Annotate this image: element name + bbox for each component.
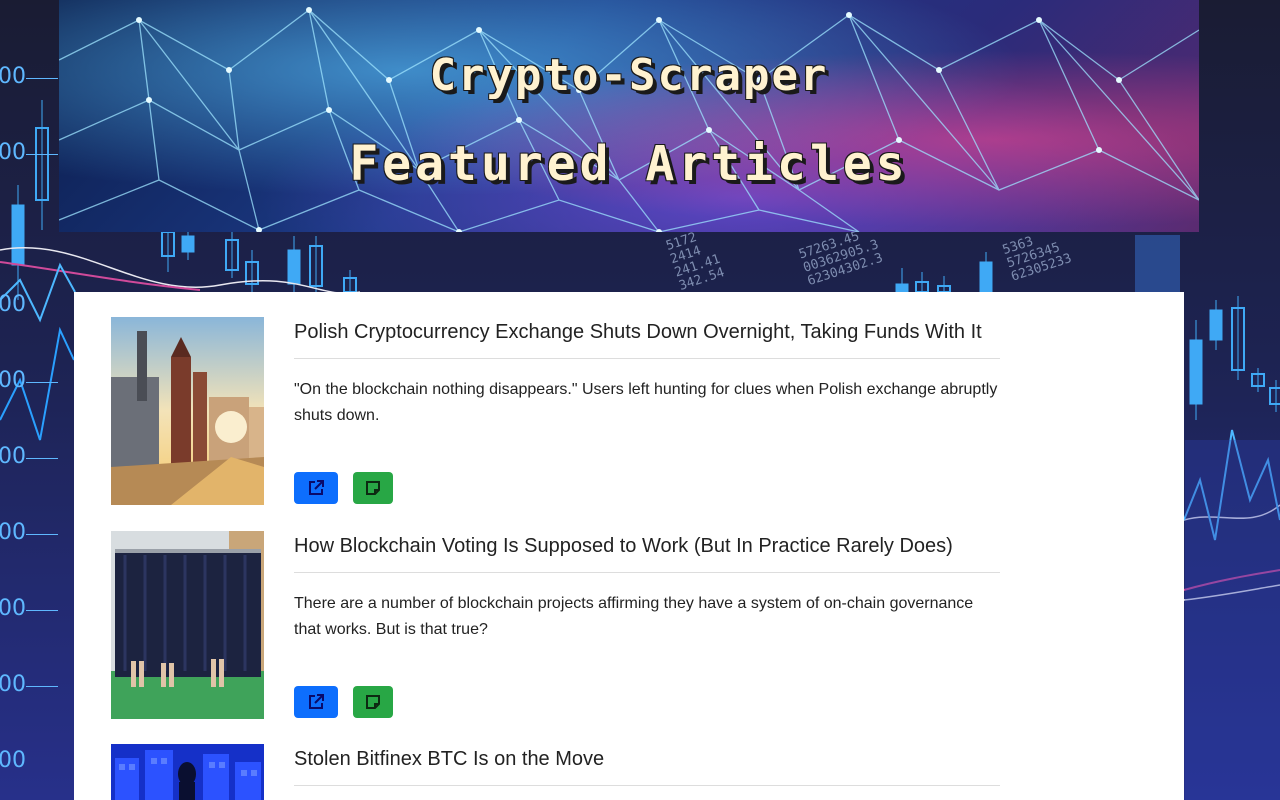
articles-card: Polish Cryptocurrency Exchange Shuts Dow… (74, 292, 1184, 800)
article-thumbnail[interactable] (111, 744, 264, 800)
axis-label: 00 (0, 292, 26, 317)
article-actions (294, 686, 393, 718)
axis-label: 00 (0, 596, 26, 621)
axis-label: 00 (0, 64, 26, 89)
article-actions (294, 472, 393, 504)
sticky-note-icon (366, 695, 380, 709)
axis-tick (26, 458, 58, 459)
article-thumbnail[interactable] (111, 531, 264, 719)
sticky-note-icon (366, 481, 380, 495)
article-content: How Blockchain Voting Is Supposed to Wor… (294, 531, 1000, 718)
article-content: Stolen Bitfinex BTC Is on the Move (294, 744, 1000, 786)
article-item: Stolen Bitfinex BTC Is on the Move (111, 744, 1001, 800)
article-description: There are a number of blockchain project… (294, 595, 974, 638)
axis-tick (26, 534, 58, 535)
article-title[interactable]: How Blockchain Voting Is Supposed to Wor… (294, 531, 1000, 573)
axis-label: 00 (0, 140, 26, 165)
axis-tick (26, 610, 58, 611)
axis-tick (26, 686, 58, 687)
save-note-button[interactable] (353, 686, 393, 718)
page-heading: Featured Articles (349, 136, 909, 192)
axis-label: 00 (0, 672, 26, 697)
article-thumbnail[interactable] (111, 317, 264, 505)
open-article-button[interactable] (294, 686, 338, 718)
article-content: Polish Cryptocurrency Exchange Shuts Dow… (294, 317, 1000, 504)
save-note-button[interactable] (353, 472, 393, 504)
axis-label: 00 (0, 748, 26, 773)
axis-tick (26, 78, 58, 79)
axis-label: 00 (0, 444, 26, 469)
axis-tick (26, 154, 58, 155)
krakow-square-image (111, 317, 264, 505)
external-link-icon (309, 480, 324, 495)
axis-label: 00 (0, 520, 26, 545)
axis-label: 00 (0, 368, 26, 393)
article-title[interactable]: Stolen Bitfinex BTC Is on the Move (294, 744, 1000, 786)
site-title: Crypto-Scraper (429, 50, 829, 101)
voting-booth-image (111, 531, 264, 719)
external-link-icon (309, 694, 324, 709)
article-title[interactable]: Polish Cryptocurrency Exchange Shuts Dow… (294, 317, 1000, 359)
article-item: How Blockchain Voting Is Supposed to Wor… (111, 531, 1001, 721)
network-mesh-graphic (59, 7, 1199, 232)
axis-tick (26, 382, 58, 383)
header-banner: Crypto-Scraper Featured Articles (59, 0, 1199, 232)
open-article-button[interactable] (294, 472, 338, 504)
article-description: "On the blockchain nothing disappears." … (294, 381, 998, 424)
city-night-image (111, 744, 264, 800)
article-item: Polish Cryptocurrency Exchange Shuts Dow… (111, 317, 1001, 507)
